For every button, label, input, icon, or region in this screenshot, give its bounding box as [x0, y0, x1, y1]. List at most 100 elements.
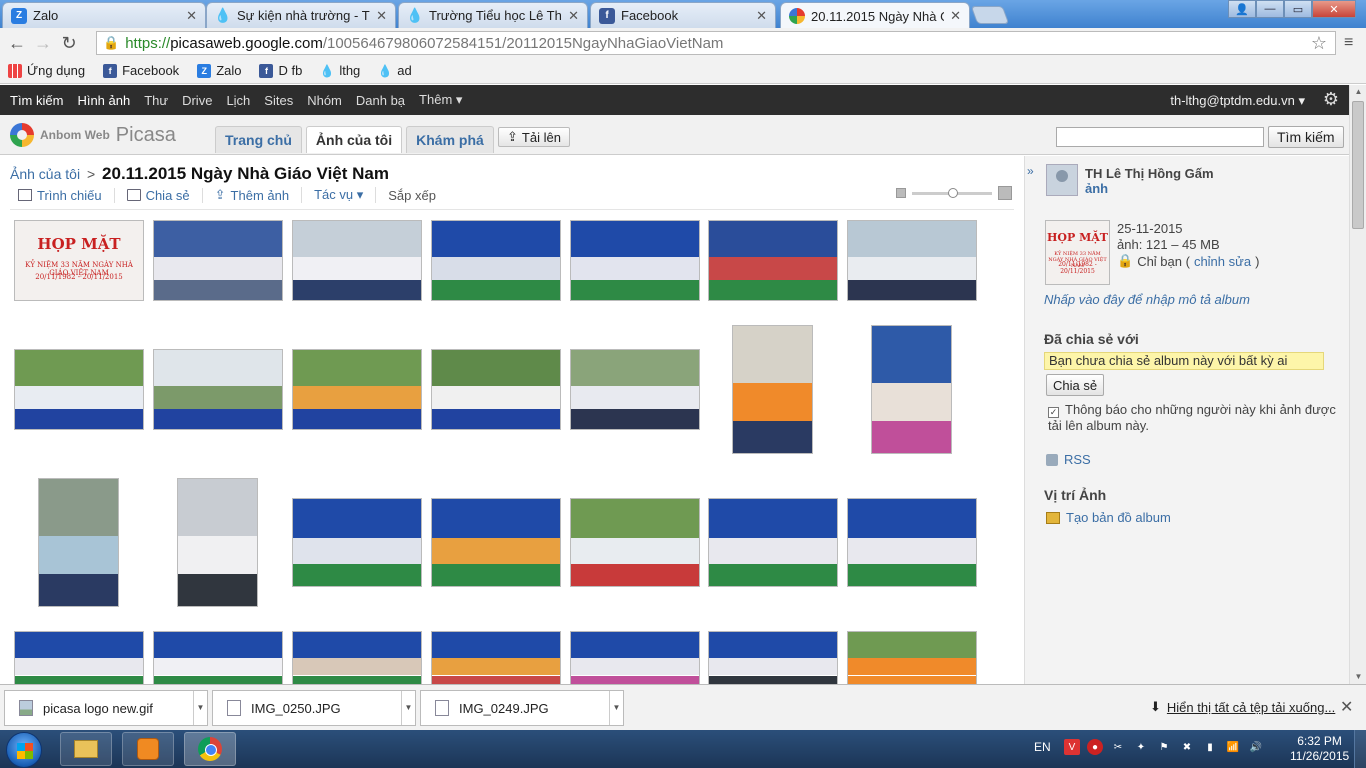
photo-thumb[interactable]	[570, 349, 700, 430]
taskbar-media-player[interactable]	[122, 732, 174, 766]
bookmark-apps[interactable]: Ứng dụng	[8, 63, 85, 78]
photo-thumb[interactable]	[153, 220, 283, 301]
back-icon[interactable]: ←	[4, 33, 30, 54]
download-item[interactable]: picasa logo new.gif ▼	[4, 690, 208, 726]
start-button[interactable]	[6, 732, 42, 768]
scroll-down-icon[interactable]: ▼	[1350, 670, 1366, 684]
clock[interactable]: 6:32 PM 11/26/2015	[1290, 734, 1349, 764]
upload-button[interactable]: ⇪ Tải lên	[498, 127, 570, 147]
photo-thumb[interactable]	[153, 349, 283, 430]
action-center-icon[interactable]: ✖	[1179, 739, 1195, 755]
flag-icon[interactable]: ⚑	[1156, 739, 1172, 755]
close-icon[interactable]: ✕	[756, 8, 767, 24]
gbar-mail[interactable]: Thư	[144, 93, 168, 108]
close-window-button[interactable]: ✕	[1312, 0, 1356, 18]
battery-icon[interactable]: ▮	[1202, 739, 1218, 755]
album-cover[interactable]: HỌP MẶT KỶ NIỆM 33 NĂM NGÀY NHÀ GIÁO VIỆ…	[1045, 220, 1110, 285]
photo-thumb[interactable]	[14, 349, 144, 430]
close-icon[interactable]: ✕	[950, 8, 961, 24]
rss-link[interactable]: RSS	[1046, 452, 1091, 467]
photo-thumb[interactable]	[38, 478, 119, 607]
tab-home[interactable]: Trang chủ	[215, 126, 302, 153]
photo-thumb[interactable]	[431, 220, 561, 301]
photo-thumb[interactable]	[708, 631, 838, 684]
picasa-logo[interactable]: Anbom Web Picasa	[10, 123, 176, 147]
gbar-more[interactable]: Thêm ▾	[419, 92, 462, 108]
photo-thumb[interactable]	[847, 498, 977, 587]
bookmark-ad[interactable]: 💧 ad	[378, 63, 412, 78]
minimize-button[interactable]: —	[1256, 0, 1284, 18]
tab-explore[interactable]: Khám phá	[406, 126, 494, 153]
close-icon[interactable]: ✕	[186, 8, 197, 24]
tab-facebook[interactable]: f Facebook ✕	[590, 2, 776, 28]
maximize-button[interactable]: ▭	[1284, 0, 1312, 18]
edit-visibility-link[interactable]: chỉnh sửa	[1194, 254, 1251, 269]
slideshow-button[interactable]: Trình chiếu	[18, 187, 115, 203]
sort-button[interactable]: Sắp xếp	[388, 188, 448, 203]
tab-zalo[interactable]: Z Zalo ✕	[2, 2, 206, 28]
download-item[interactable]: IMG_0250.JPG ▼	[212, 690, 416, 726]
photo-thumb[interactable]: HỌP MẶT KỶ NIỆM 33 NĂM NGÀY NHÀ GIÁO VIỆ…	[14, 220, 144, 301]
bookmark-d-fb[interactable]: f D fb	[259, 63, 302, 78]
search-input[interactable]	[1056, 127, 1264, 147]
scroll-up-icon[interactable]: ▲	[1350, 85, 1366, 99]
photo-thumb[interactable]	[292, 498, 422, 587]
profile-button[interactable]: 👤	[1228, 0, 1256, 18]
photo-thumb[interactable]	[292, 220, 422, 301]
photo-thumb[interactable]	[153, 631, 283, 684]
photo-thumb[interactable]	[177, 478, 258, 607]
share-button[interactable]: Chia sẻ	[1046, 374, 1105, 396]
gbar-groups[interactable]: Nhóm	[307, 93, 342, 108]
chevron-down-icon[interactable]: ▼	[609, 691, 623, 725]
owner-name[interactable]: TH Lê Thị Hồng Gấm	[1085, 166, 1214, 181]
menu-icon[interactable]: ≡	[1344, 34, 1353, 52]
bookmark-lthg[interactable]: 💧 lthg	[320, 63, 360, 78]
tab-su-kien[interactable]: 💧 Sự kiện nhà trường - Trườ ✕	[206, 2, 396, 28]
reload-icon[interactable]: ↻	[56, 33, 82, 54]
gbar-calendar[interactable]: Lịch	[226, 93, 250, 108]
add-photos-button[interactable]: ⇪ Thêm ảnh	[215, 187, 303, 203]
chevron-down-icon[interactable]: ▼	[401, 691, 415, 725]
gbar-images[interactable]: Hình ảnh	[77, 93, 130, 108]
photo-thumb[interactable]	[871, 325, 952, 454]
photo-thumb[interactable]	[431, 631, 561, 684]
unikey-icon[interactable]: ●	[1087, 739, 1103, 755]
close-icon[interactable]: ✕	[1340, 697, 1353, 717]
account-menu[interactable]: th-lthg@tptdm.edu.vn ▾	[1170, 93, 1305, 109]
taskbar-chrome[interactable]	[184, 732, 236, 766]
gbar-sites[interactable]: Sites	[264, 93, 293, 108]
share-action-button[interactable]: Chia sẻ	[126, 187, 203, 203]
crumb-my-photos[interactable]: Ảnh của tôi	[10, 166, 80, 182]
slider-knob[interactable]	[948, 187, 958, 198]
avatar[interactable]	[1046, 164, 1078, 196]
download-item[interactable]: IMG_0249.JPG ▼	[420, 690, 624, 726]
tab-picasa-album[interactable]: 20.11.2015 Ngày Nhà Giáo ✕	[780, 2, 970, 29]
close-icon[interactable]: ✕	[376, 8, 387, 24]
notify-checkbox[interactable]: ✓	[1048, 407, 1059, 418]
sidebar-toggle[interactable]: »	[1024, 156, 1040, 684]
photo-thumb[interactable]	[431, 498, 561, 587]
new-tab-button[interactable]	[970, 6, 1010, 24]
actions-menu[interactable]: Tác vụ ▾	[314, 187, 377, 203]
address-bar[interactable]: 🔒 https:// picasaweb.google.com /1005646…	[96, 31, 1336, 55]
photo-thumb[interactable]	[847, 220, 977, 301]
photo-thumb[interactable]	[708, 220, 838, 301]
page-scrollbar[interactable]: ▲ ▼	[1349, 85, 1366, 684]
album-description-link[interactable]: Nhấp vào đây để nhập mô tả album	[1044, 292, 1250, 307]
notify-option[interactable]: ✓ Thông báo cho những người này khi ảnh đ…	[1048, 402, 1338, 433]
photo-thumb[interactable]	[570, 631, 700, 684]
create-map-link[interactable]: Tạo bản đồ album	[1046, 510, 1171, 525]
owner-photos-link[interactable]: ảnh	[1085, 181, 1108, 196]
forward-icon[interactable]: →	[30, 33, 56, 54]
tab-truong[interactable]: 💧 Trường Tiểu học Lê Thị Hồ ✕	[398, 2, 588, 28]
show-desktop-button[interactable]	[1354, 730, 1366, 768]
photo-thumb[interactable]	[292, 631, 422, 684]
bookmark-facebook[interactable]: f Facebook	[103, 63, 179, 78]
signal-icon[interactable]: 📶	[1225, 739, 1241, 755]
taskbar-explorer[interactable]	[60, 732, 112, 766]
photo-thumb[interactable]	[847, 631, 977, 684]
show-all-downloads-link[interactable]: ⬇ Hiển thị tất cả tệp tải xuống...	[1150, 699, 1335, 715]
photo-thumb[interactable]	[292, 349, 422, 430]
search-button[interactable]: Tìm kiếm	[1268, 126, 1344, 148]
photo-thumb[interactable]	[14, 631, 144, 684]
